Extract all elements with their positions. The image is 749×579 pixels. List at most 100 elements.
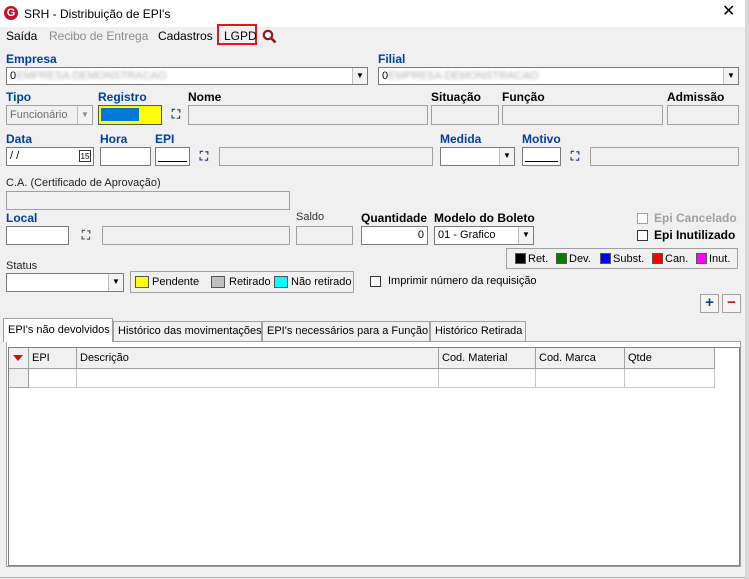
admissao-field	[667, 105, 739, 125]
grid-indicator-header	[9, 348, 29, 369]
legend-swatch-ret	[515, 253, 526, 264]
grid-cell-cod-marca[interactable]	[536, 369, 625, 388]
status-legend-box: Pendente Retirado Não retirado	[130, 271, 354, 293]
tipo-label: Tipo	[6, 90, 32, 104]
binoculars-icon[interactable]: ⛶	[567, 149, 583, 163]
status-label: Status	[6, 260, 38, 272]
status-swatch-nao-retirado	[274, 276, 288, 288]
add-button[interactable]: +	[700, 294, 719, 313]
remove-button[interactable]: −	[722, 294, 741, 313]
grid-header-cod-marca[interactable]: Cod. Marca	[536, 348, 625, 369]
status-select[interactable]: ▼	[6, 273, 124, 292]
epi-grid[interactable]: EPI Descrição Cod. Material Cod. Marca Q…	[8, 347, 740, 566]
medida-label: Medida	[440, 132, 482, 146]
admissao-label: Admissão	[667, 90, 725, 104]
filial-label: Filial	[378, 52, 406, 66]
hora-input[interactable]	[100, 147, 151, 166]
legend-swatch-dev	[556, 253, 567, 264]
tab-epis-nao-devolvidos[interactable]: EPI's não devolvidos	[3, 318, 113, 342]
grid-header-epi[interactable]: EPI	[29, 348, 77, 369]
chevron-down-icon[interactable]: ▼	[77, 106, 92, 124]
legend-label: Can.	[665, 253, 689, 265]
tab-epis-necessarios-funcao[interactable]: EPI's necessários para a Função	[262, 321, 430, 341]
legend-swatch-can	[652, 253, 663, 264]
epi-cancelado-checkbox[interactable]	[637, 213, 648, 224]
funcao-label: Função	[502, 90, 545, 104]
epi-input[interactable]	[155, 147, 190, 166]
legend-label: Ret.	[528, 253, 549, 265]
tab-historico-retirada[interactable]: Histórico Retirada	[430, 321, 526, 341]
menu-recibo-entrega[interactable]: Recibo de Entrega	[49, 29, 148, 43]
registro-label: Registro	[98, 90, 147, 104]
grid-row-indicator[interactable]	[9, 369, 29, 388]
legend-label: Subst.	[613, 253, 645, 265]
binoculars-icon[interactable]: ⛶	[78, 228, 94, 242]
chevron-down-icon[interactable]: ▼	[518, 227, 533, 244]
window-title: SRH - Distribuição de EPI's	[24, 7, 171, 21]
status-legend-label: Retirado	[229, 276, 271, 288]
empresa-select[interactable]: 0EMPRESA DEMONSTRACAO ▼	[6, 67, 368, 85]
hora-label: Hora	[100, 132, 128, 146]
epi-descricao-field	[219, 147, 433, 166]
legend-swatch-subst	[600, 253, 611, 264]
chevron-down-icon[interactable]: ▼	[499, 148, 514, 165]
grid-cell-descricao[interactable]	[77, 369, 439, 388]
ca-label: C.A. (Certificado de Aprovação)	[6, 177, 161, 189]
binoculars-icon[interactable]: ⛶	[196, 149, 212, 163]
calendar-icon[interactable]: 15	[79, 150, 91, 162]
grid-cell-cod-material[interactable]	[439, 369, 536, 388]
legend-box: Ret. Dev. Subst. Can. Inut.	[506, 248, 738, 269]
status-swatch-pendente	[135, 276, 149, 288]
data-input[interactable]: / / 15	[6, 147, 94, 166]
grid-cell-epi[interactable]	[29, 369, 77, 388]
epi-label: EPI	[155, 132, 175, 146]
epi-cancelado-label: Epi Cancelado	[654, 211, 737, 225]
status-swatch-retirado	[211, 276, 225, 288]
sort-down-icon	[13, 355, 23, 361]
main-window: G SRH - Distribuição de EPI's ✕ Saída Re…	[0, 0, 746, 578]
quantidade-input[interactable]: 0	[361, 226, 428, 245]
data-label: Data	[6, 132, 33, 146]
funcao-field	[502, 105, 663, 125]
menu-cadastros[interactable]: Cadastros	[158, 29, 213, 43]
modelo-boleto-label: Modelo do Boleto	[434, 211, 535, 225]
grid-cell-qtde[interactable]	[625, 369, 715, 388]
tab-historico-movimentacoes[interactable]: Histórico das movimentações	[113, 321, 262, 341]
chevron-down-icon[interactable]: ▼	[108, 274, 123, 291]
background-window-edge	[745, 0, 749, 579]
chevron-down-icon[interactable]: ▼	[723, 68, 738, 84]
search-icon[interactable]	[262, 29, 277, 44]
filial-select[interactable]: 0EMPRESA DEMONSTRACAO ▼	[378, 67, 739, 85]
menu-saida[interactable]: Saída	[6, 29, 37, 43]
registro-input[interactable]	[98, 105, 162, 125]
legend-label: Dev.	[569, 253, 591, 265]
grid-header-cod-material[interactable]: Cod. Material	[439, 348, 536, 369]
tipo-select[interactable]: Funcionário ▼	[6, 105, 93, 125]
grid-header-descricao[interactable]: Descrição	[77, 348, 439, 369]
situacao-label: Situação	[431, 90, 482, 104]
binoculars-icon[interactable]: ⛶	[168, 107, 184, 121]
imprimir-checkbox[interactable]	[370, 276, 381, 287]
status-legend-label: Não retirado	[291, 276, 352, 288]
saldo-field	[296, 226, 353, 245]
title-bar: G SRH - Distribuição de EPI's ✕	[0, 0, 745, 27]
local-descricao-field	[102, 226, 290, 245]
motivo-descricao-field	[590, 147, 739, 166]
nome-field	[188, 105, 428, 125]
chevron-down-icon[interactable]: ▼	[352, 68, 367, 84]
local-input[interactable]	[6, 226, 69, 245]
local-label: Local	[6, 211, 38, 225]
close-icon[interactable]: ✕	[722, 4, 735, 20]
motivo-label: Motivo	[522, 132, 561, 146]
legend-label: Inut.	[709, 253, 731, 265]
grid-header-qtde[interactable]: Qtde	[625, 348, 715, 369]
modelo-boleto-select[interactable]: 01 - Grafico ▼	[434, 226, 534, 245]
status-legend-label: Pendente	[152, 276, 200, 288]
registro-selection	[101, 108, 139, 121]
epi-inutilizado-checkbox[interactable]	[637, 230, 648, 241]
motivo-input[interactable]	[522, 147, 561, 166]
menu-lgpd[interactable]: LGPD	[224, 29, 257, 43]
app-logo-icon: G	[4, 6, 18, 20]
imprimir-label: Imprimir número da requisição	[388, 275, 537, 287]
medida-select[interactable]: ▼	[440, 147, 515, 166]
